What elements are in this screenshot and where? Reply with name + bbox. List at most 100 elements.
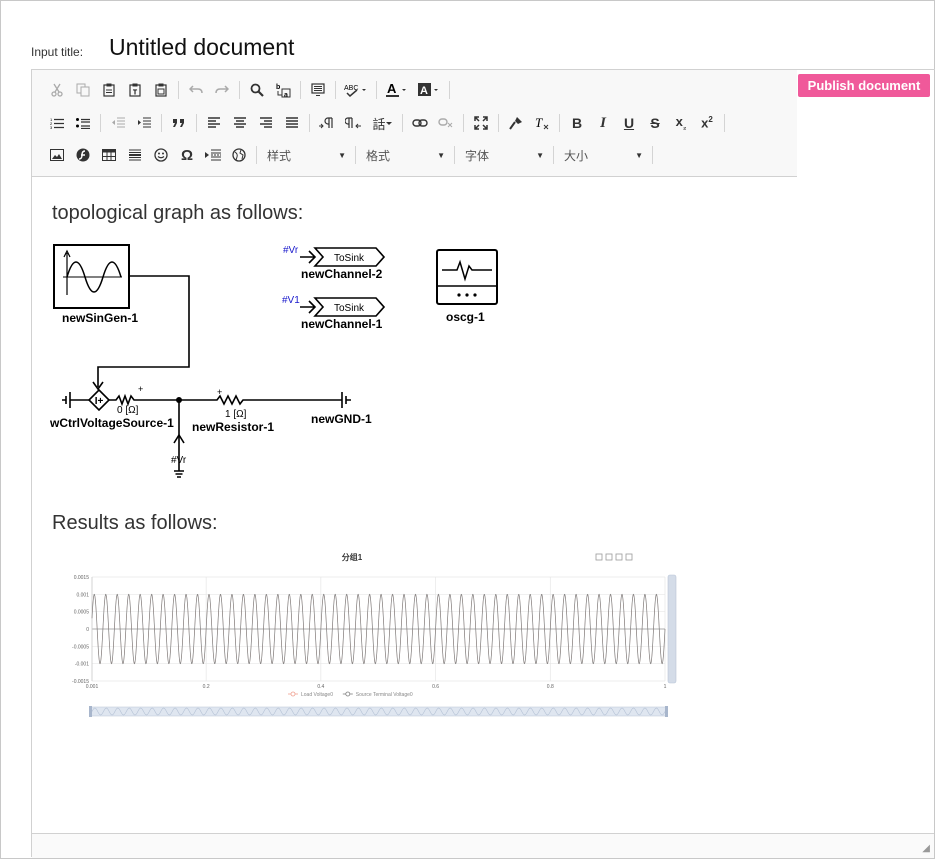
toolbar-separator xyxy=(449,81,450,99)
gnd-label: newGND-1 xyxy=(311,412,372,426)
resize-handle-icon[interactable]: ◢ xyxy=(922,843,930,854)
page-break-icon[interactable] xyxy=(200,143,226,167)
replace-icon[interactable]: ba xyxy=(270,78,296,102)
x-tick-label: 0.6 xyxy=(432,684,439,690)
heading-topology: topological graph as follows: xyxy=(52,202,304,224)
results-chart[interactable]: 分组10.00150.0010.00050-0.0005-0.001-0.001… xyxy=(60,547,680,727)
subscript-icon[interactable]: x₂ xyxy=(668,111,694,135)
italic-icon[interactable]: I xyxy=(590,111,616,135)
table-icon[interactable] xyxy=(96,143,122,167)
ltr-icon[interactable] xyxy=(314,111,340,135)
size-combo[interactable]: 大小 ▼ xyxy=(558,144,648,166)
language-icon[interactable]: 話 xyxy=(366,111,398,135)
outdent-icon[interactable] xyxy=(105,111,131,135)
editor-content[interactable]: topological graph as follows: newSinGen-… xyxy=(32,177,934,832)
toolbar-separator xyxy=(454,146,455,164)
chevron-down-icon: ▼ xyxy=(536,150,544,160)
plus-sign: + xyxy=(138,384,143,394)
paste-text-icon[interactable]: T xyxy=(122,78,148,102)
find-icon[interactable] xyxy=(244,78,270,102)
sin-gen-block[interactable] xyxy=(53,244,130,309)
gnd-icon[interactable] xyxy=(341,392,351,408)
format-combo[interactable]: 格式 ▼ xyxy=(360,144,450,166)
strike-icon[interactable]: S xyxy=(642,111,668,135)
iframe-icon[interactable] xyxy=(226,143,252,167)
toolbar-separator xyxy=(355,146,356,164)
datazoom-handle-right[interactable] xyxy=(665,706,668,717)
zoom-reset-icon[interactable] xyxy=(605,553,613,561)
toolbar-separator xyxy=(100,114,101,132)
toolbar-separator xyxy=(559,114,560,132)
paste-word-icon[interactable] xyxy=(148,78,174,102)
undo-icon[interactable] xyxy=(183,78,209,102)
bold-icon[interactable]: B xyxy=(564,111,590,135)
spellcheck-icon[interactable]: ABC xyxy=(340,78,372,102)
numbered-list-icon[interactable]: 123 xyxy=(44,111,70,135)
resistor-label: newResistor-1 xyxy=(192,420,274,434)
zoom-icon[interactable] xyxy=(595,553,603,561)
toolbar-separator xyxy=(553,146,554,164)
x-tick-label: 0.8 xyxy=(547,684,554,690)
svg-text:T: T xyxy=(133,90,138,97)
blockquote-icon[interactable] xyxy=(166,111,192,135)
svg-text:b: b xyxy=(276,84,280,91)
toolbar-row-3: Ω 样式 ▼ 格式 ▼ 字体 ▼ 大小 ▼ xyxy=(44,142,657,168)
hr-icon[interactable] xyxy=(122,143,148,167)
resistor[interactable] xyxy=(179,394,342,406)
toolbar-separator xyxy=(652,146,653,164)
datazoom-handle-left[interactable] xyxy=(89,706,92,717)
justify-icon[interactable] xyxy=(279,111,305,135)
toolbar-separator xyxy=(402,114,403,132)
bulleted-list-icon[interactable] xyxy=(70,111,96,135)
bg-color-icon[interactable]: A xyxy=(413,78,445,102)
font-combo[interactable]: 字体 ▼ xyxy=(459,144,549,166)
superscript-icon[interactable]: x2 xyxy=(694,111,720,135)
topology-diagram: newSinGen-1 I+ + 0 [Ω] wCtrlVoltageSourc… xyxy=(49,244,498,478)
channel1-label: newChannel-1 xyxy=(301,317,383,331)
publish-button[interactable]: Publish document xyxy=(798,74,930,97)
style-combo[interactable]: 样式 ▼ xyxy=(261,144,351,166)
copy-icon[interactable] xyxy=(70,78,96,102)
remove-format-icon[interactable]: T xyxy=(529,111,555,135)
legend-label: Load Voltage0 xyxy=(301,692,333,698)
y-tick-label: 0.001 xyxy=(76,592,89,598)
indent-icon[interactable] xyxy=(131,111,157,135)
wire xyxy=(109,393,179,407)
probe-label: #Vr xyxy=(171,455,187,466)
paste-icon[interactable] xyxy=(96,78,122,102)
title-label: Input title: xyxy=(31,45,84,59)
oscilloscope-icon[interactable] xyxy=(436,249,498,305)
smiley-icon[interactable] xyxy=(148,143,174,167)
text-color-icon[interactable]: A xyxy=(381,78,413,102)
title-input[interactable]: Untitled document xyxy=(109,34,294,61)
ctrl-voltage-source[interactable]: I+ xyxy=(87,388,111,412)
x-tick-label: 0.4 xyxy=(317,684,324,690)
align-right-icon[interactable] xyxy=(253,111,279,135)
align-center-icon[interactable] xyxy=(227,111,253,135)
cut-icon[interactable] xyxy=(44,78,70,102)
heading-results: Results as follows: xyxy=(52,512,218,534)
svg-text:I+: I+ xyxy=(95,396,104,407)
restore-icon[interactable] xyxy=(615,553,623,561)
flash-icon[interactable] xyxy=(70,143,96,167)
copy-format-icon[interactable] xyxy=(503,111,529,135)
link-icon[interactable] xyxy=(407,111,433,135)
y-tick-label: -0.0005 xyxy=(72,644,89,650)
toolbar-separator xyxy=(161,114,162,132)
font-combo-label: 字体 xyxy=(465,148,490,163)
chevron-down-icon: ▼ xyxy=(437,150,445,160)
save-image-icon[interactable] xyxy=(625,553,633,561)
x-tick-label: 1 xyxy=(664,684,667,690)
maximize-icon[interactable] xyxy=(468,111,494,135)
unlink-icon[interactable] xyxy=(433,111,459,135)
redo-icon[interactable] xyxy=(209,78,235,102)
rtl-icon[interactable] xyxy=(340,111,366,135)
underline-icon[interactable]: U xyxy=(616,111,642,135)
special-char-icon[interactable]: Ω xyxy=(174,143,200,167)
align-left-icon[interactable] xyxy=(201,111,227,135)
select-all-icon[interactable] xyxy=(305,78,331,102)
editor-toolbar: T ba ABC A A 123 話 T B I U S x₂ x2 Ω 样式 … xyxy=(32,70,797,177)
image-icon[interactable] xyxy=(44,143,70,167)
y-tick-label: -0.001 xyxy=(75,662,89,668)
toolbar-row-2: 123 話 T B I U S x₂ x2 xyxy=(44,110,729,136)
